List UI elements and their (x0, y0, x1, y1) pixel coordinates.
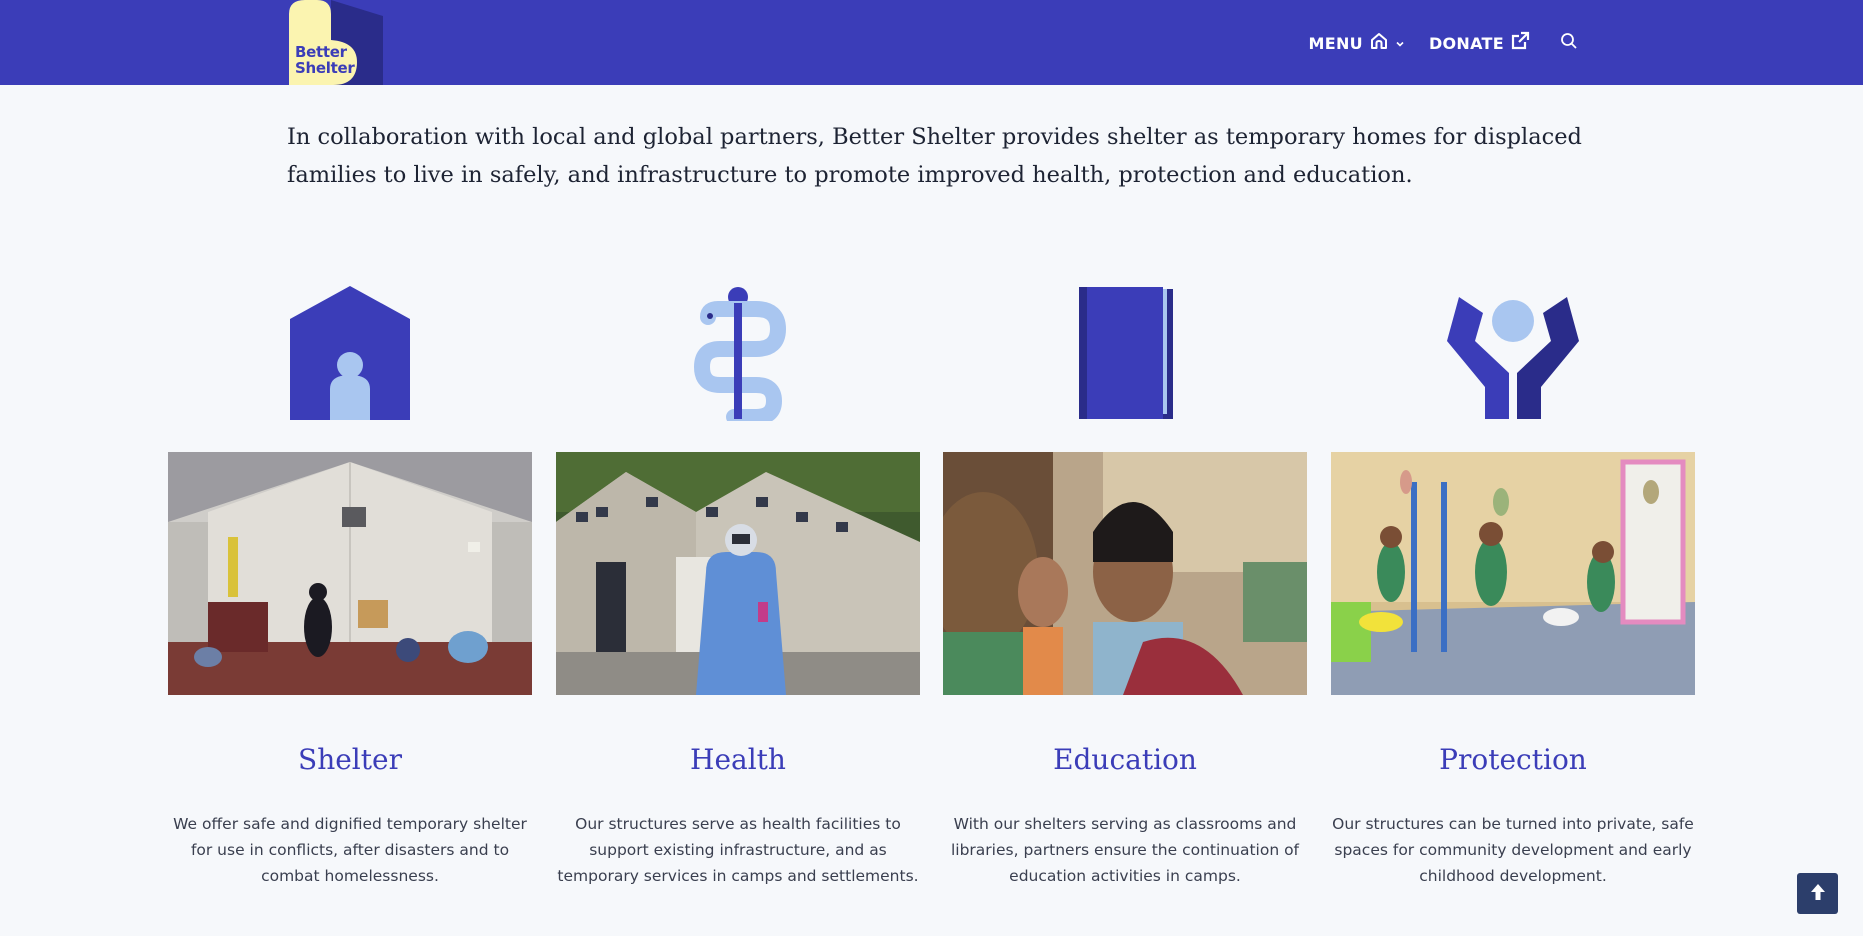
home-icon (1363, 31, 1389, 55)
card-description: We offer safe and dignified temporary sh… (173, 815, 527, 885)
card-description: Our structures can be turned into privat… (1332, 815, 1694, 885)
external-link-icon (1504, 31, 1530, 55)
back-to-top-button[interactable] (1797, 873, 1838, 914)
card-title: Protection (1439, 743, 1587, 776)
menu-button[interactable]: MENU (1309, 31, 1405, 55)
education-card: Education With our shelters serving as c… (943, 283, 1307, 885)
card-description: With our shelters serving as classrooms … (950, 815, 1300, 885)
education-photo (943, 452, 1307, 695)
better-shelter-logo[interactable]: Better Shelter (287, 0, 383, 85)
search-icon (1554, 32, 1578, 54)
main-nav: MENU DONATE (1309, 28, 1579, 58)
house-person-icon (288, 283, 412, 425)
chevron-down-icon (1389, 34, 1405, 53)
health-card: Health Our structures serve as health fa… (556, 283, 920, 885)
logo-wordmark: Better Shelter (295, 43, 355, 77)
donate-link[interactable]: DONATE (1429, 31, 1530, 55)
caduceus-icon (688, 283, 788, 425)
shelter-photo (168, 452, 532, 695)
card-title: Shelter (298, 743, 402, 776)
card-description: Our structures serve as health facilitie… (557, 815, 919, 885)
health-photo (556, 452, 920, 695)
intro-paragraph: In collaboration with local and global p… (287, 124, 1582, 188)
protective-hands-icon (1441, 283, 1585, 425)
protection-photo (1331, 452, 1695, 695)
site-header: Better Shelter MENU DONATE (0, 0, 1863, 85)
search-button[interactable] (1554, 32, 1578, 54)
arrow-up-icon (1810, 883, 1826, 905)
shelter-card: Shelter We offer safe and dignified temp… (168, 283, 532, 885)
book-icon (1073, 283, 1177, 425)
card-title: Health (690, 743, 786, 776)
protection-card: Protection Our structures can be turned … (1331, 283, 1695, 885)
card-title: Education (1053, 743, 1197, 776)
